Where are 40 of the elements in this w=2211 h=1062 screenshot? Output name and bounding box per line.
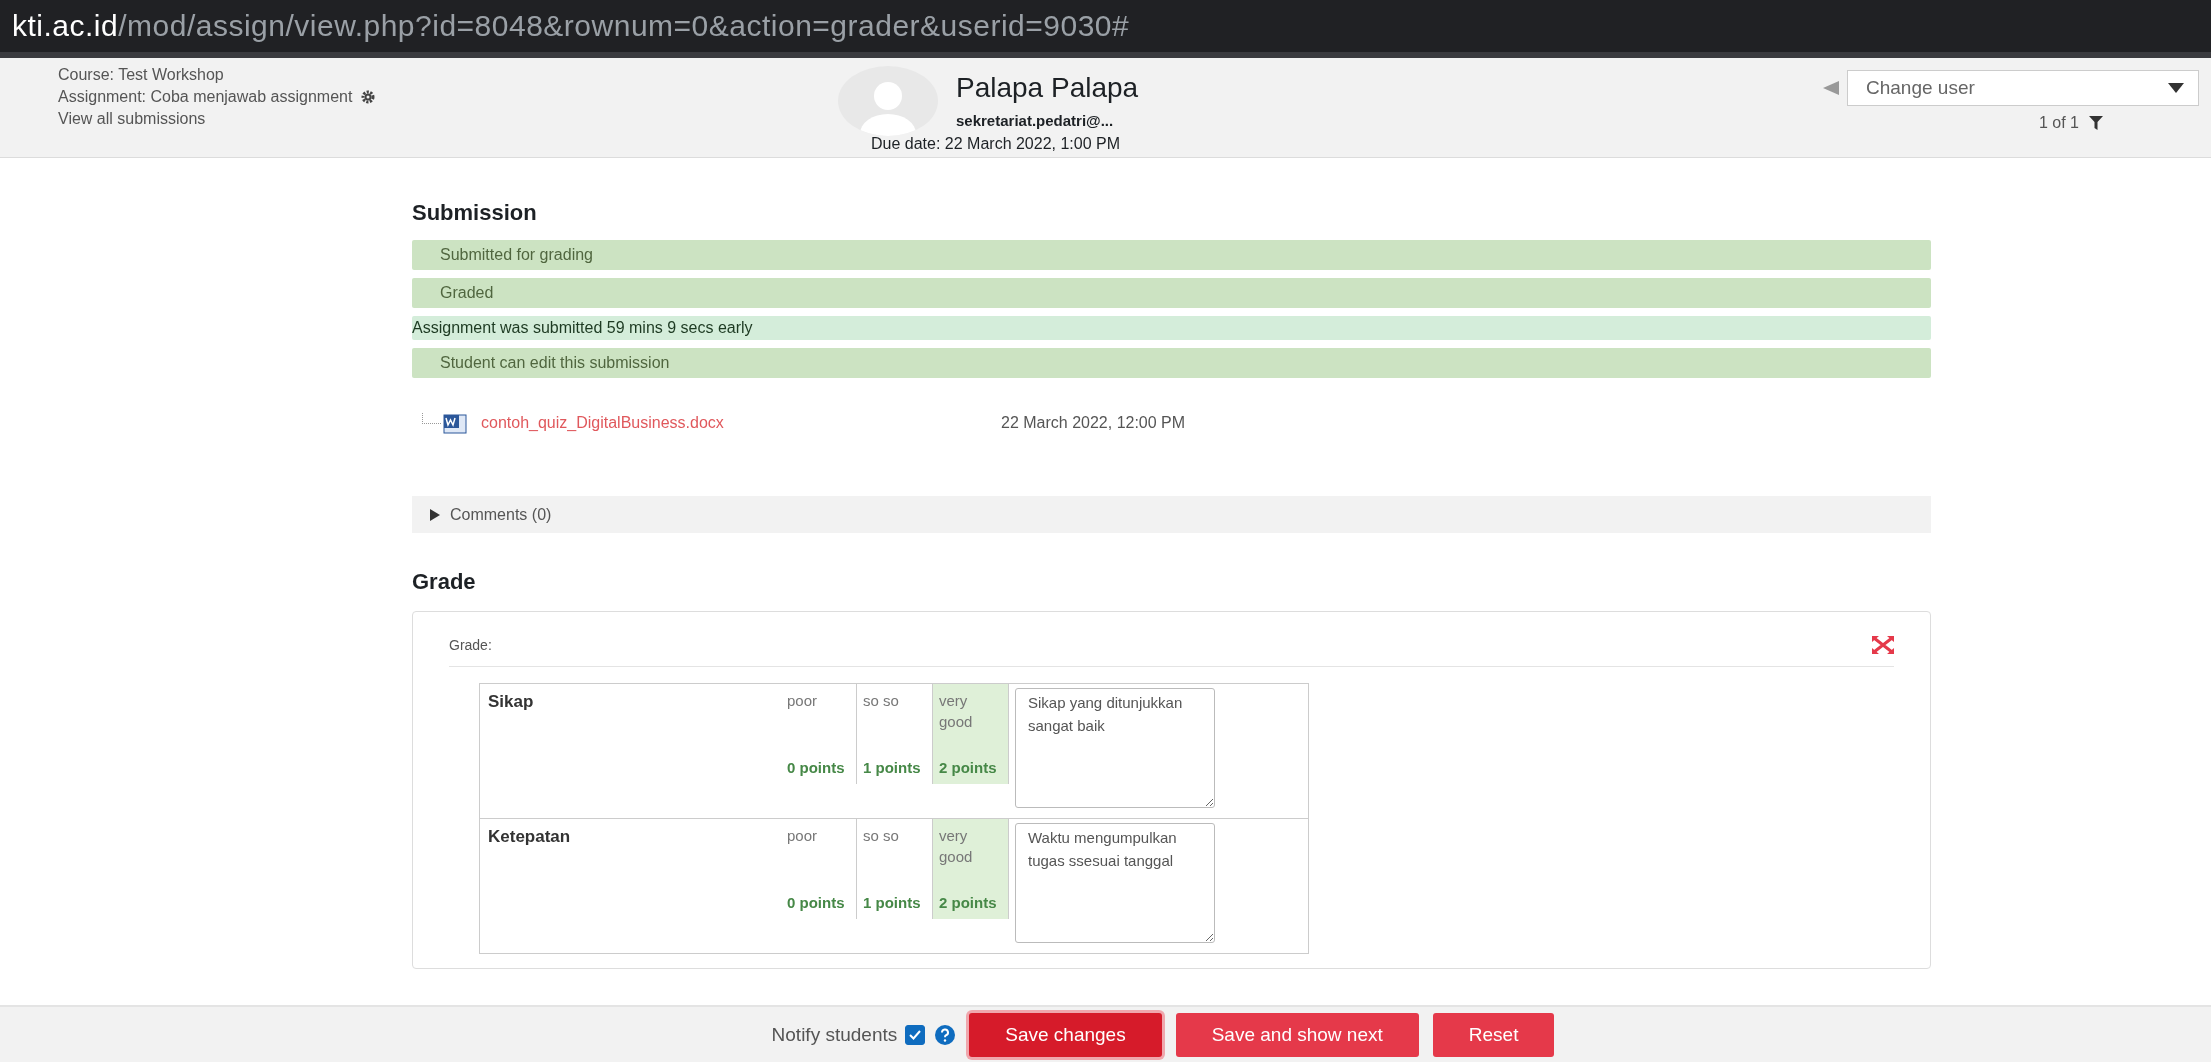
check-icon <box>909 1029 922 1040</box>
grade-label: Grade: <box>449 637 492 653</box>
status-badge: Graded <box>412 278 1931 308</box>
remark-field[interactable]: Sikap yang ditunjukkan sangat baik <box>1015 688 1215 808</box>
fullscreen-icon[interactable] <box>1872 636 1894 654</box>
rubric-level[interactable]: very good 2 points <box>933 684 1009 784</box>
user-name: Palapa Palapa <box>956 72 1139 104</box>
criterion-name: Sikap <box>479 683 781 819</box>
assignment-name: Assignment: Coba menjawab assignment <box>58 88 353 106</box>
criterion-name: Ketepatan <box>479 818 781 954</box>
view-submissions-link[interactable]: View all submissions <box>58 110 838 128</box>
form-button[interactable]: Save changes <box>969 1012 1162 1057</box>
previous-icon[interactable] <box>1823 81 1839 95</box>
comments-toggle[interactable]: Comments (0) <box>412 496 1931 533</box>
section-heading: Grade <box>412 569 477 595</box>
status-badge: Student can edit this submission <box>412 348 1931 378</box>
user-email: sekretariat.pedatri@... <box>956 112 1115 129</box>
settings-icon[interactable] <box>360 89 377 105</box>
change-user-select[interactable]: Change user <box>1847 70 2199 106</box>
file-date: 22 March 2022, 12:00 PM <box>1001 414 1186 432</box>
filter-icon[interactable] <box>2089 116 2103 130</box>
caret-icon <box>2168 83 2184 93</box>
file-link[interactable]: contoh_quiz_DigitalBusiness.docx <box>481 414 1001 432</box>
rubric-level[interactable]: poor 0 points <box>781 819 857 919</box>
due-date: Due date: 22 March 2022, 1:00 PM <box>871 135 1122 153</box>
notify-label: Notify students <box>771 1023 898 1046</box>
section-heading: Submission <box>412 200 538 226</box>
expand-icon <box>430 508 440 521</box>
form-button[interactable]: Save and show next <box>1175 1012 1419 1057</box>
status-note: Assignment was submitted 59 mins 9 secs early <box>412 316 1931 340</box>
word-file-icon <box>443 412 467 434</box>
rubric-level[interactable]: very good 2 points <box>933 819 1009 919</box>
pager-text: 1 of 1 <box>2038 114 2079 132</box>
status-badge: Submitted for grading <box>412 240 1931 270</box>
notify-checkbox[interactable] <box>905 1024 926 1045</box>
form-button[interactable]: Reset <box>1432 1012 1555 1057</box>
course-name: Course: Test Workshop <box>58 66 225 84</box>
rubric-level[interactable]: poor 0 points <box>781 684 857 784</box>
help-icon[interactable] <box>935 1024 956 1045</box>
remark-field[interactable]: Waktu mengumpulkan tugas ssesuai tanggal <box>1015 823 1215 943</box>
